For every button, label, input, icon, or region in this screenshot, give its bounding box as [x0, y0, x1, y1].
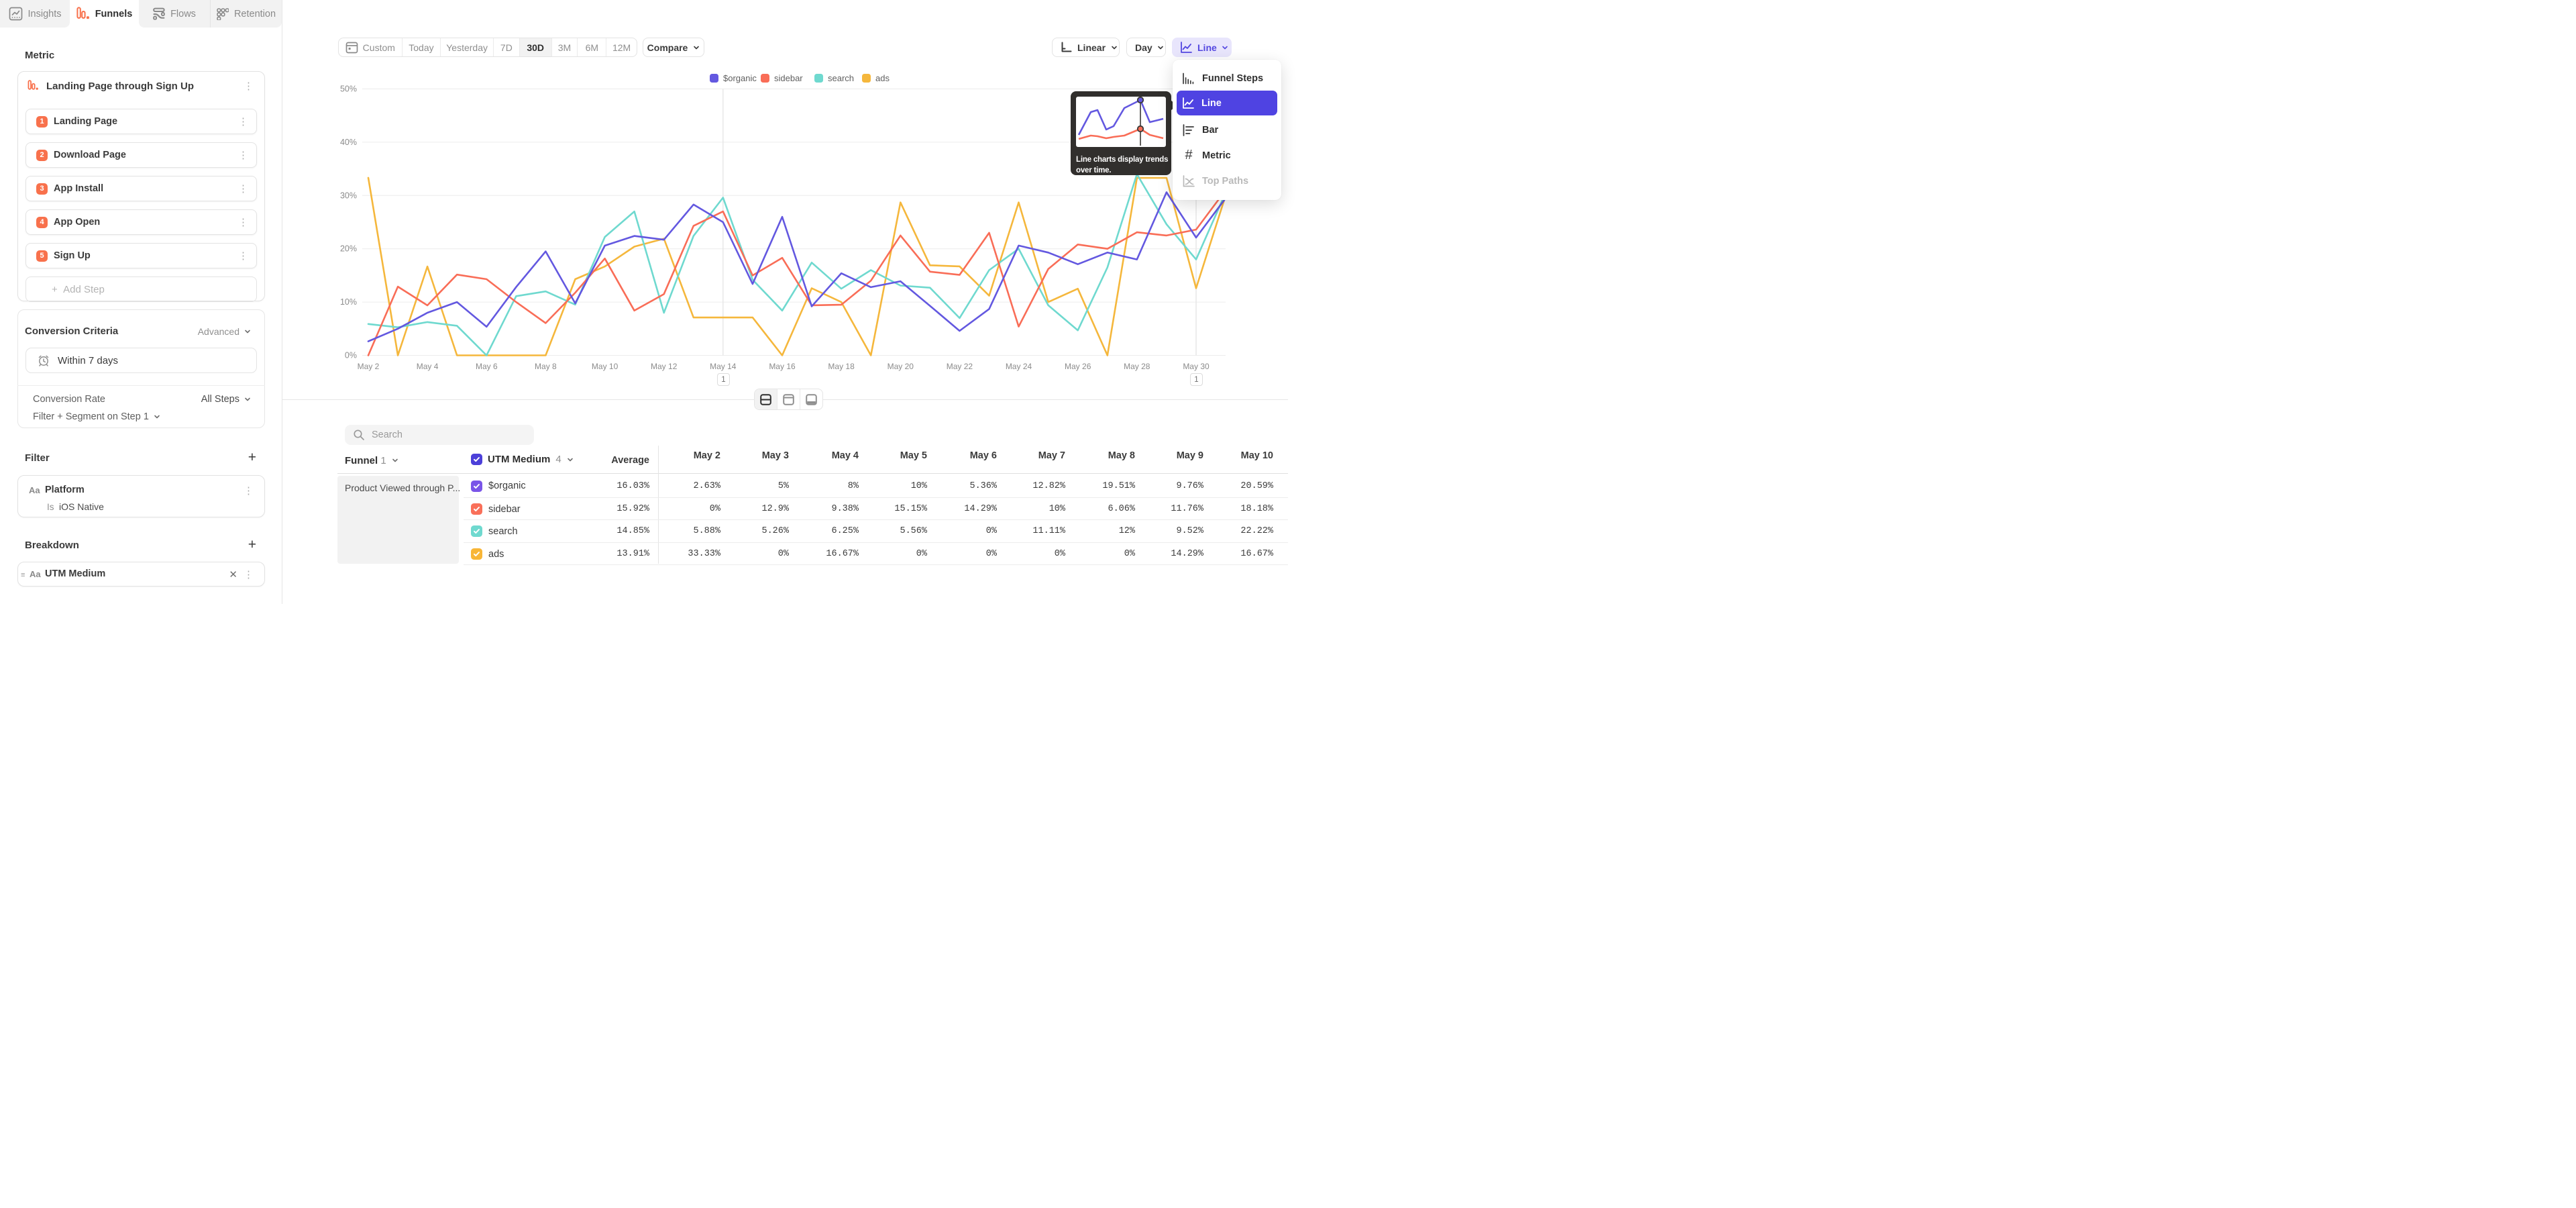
svg-text:May 20: May 20	[888, 362, 914, 371]
svg-text:May 30: May 30	[1183, 362, 1210, 371]
svg-text:40%: 40%	[340, 138, 357, 147]
svg-text:0%: 0%	[345, 351, 357, 360]
svg-text:May 22: May 22	[947, 362, 973, 371]
svg-text:May 8: May 8	[535, 362, 557, 371]
svg-text:May 10: May 10	[592, 362, 619, 371]
svg-text:May 24: May 24	[1006, 362, 1032, 371]
svg-text:30%: 30%	[340, 191, 357, 200]
svg-text:20%: 20%	[340, 244, 357, 254]
svg-text:May 26: May 26	[1065, 362, 1091, 371]
svg-text:May 28: May 28	[1124, 362, 1150, 371]
svg-text:May 2: May 2	[358, 362, 380, 371]
svg-text:May 12: May 12	[651, 362, 678, 371]
svg-text:10%: 10%	[340, 297, 357, 307]
svg-text:50%: 50%	[340, 85, 357, 94]
svg-text:May 4: May 4	[417, 362, 439, 371]
svg-text:May 14: May 14	[710, 362, 737, 371]
svg-text:May 16: May 16	[769, 362, 796, 371]
svg-text:May 6: May 6	[476, 362, 498, 371]
svg-text:May 18: May 18	[828, 362, 855, 371]
